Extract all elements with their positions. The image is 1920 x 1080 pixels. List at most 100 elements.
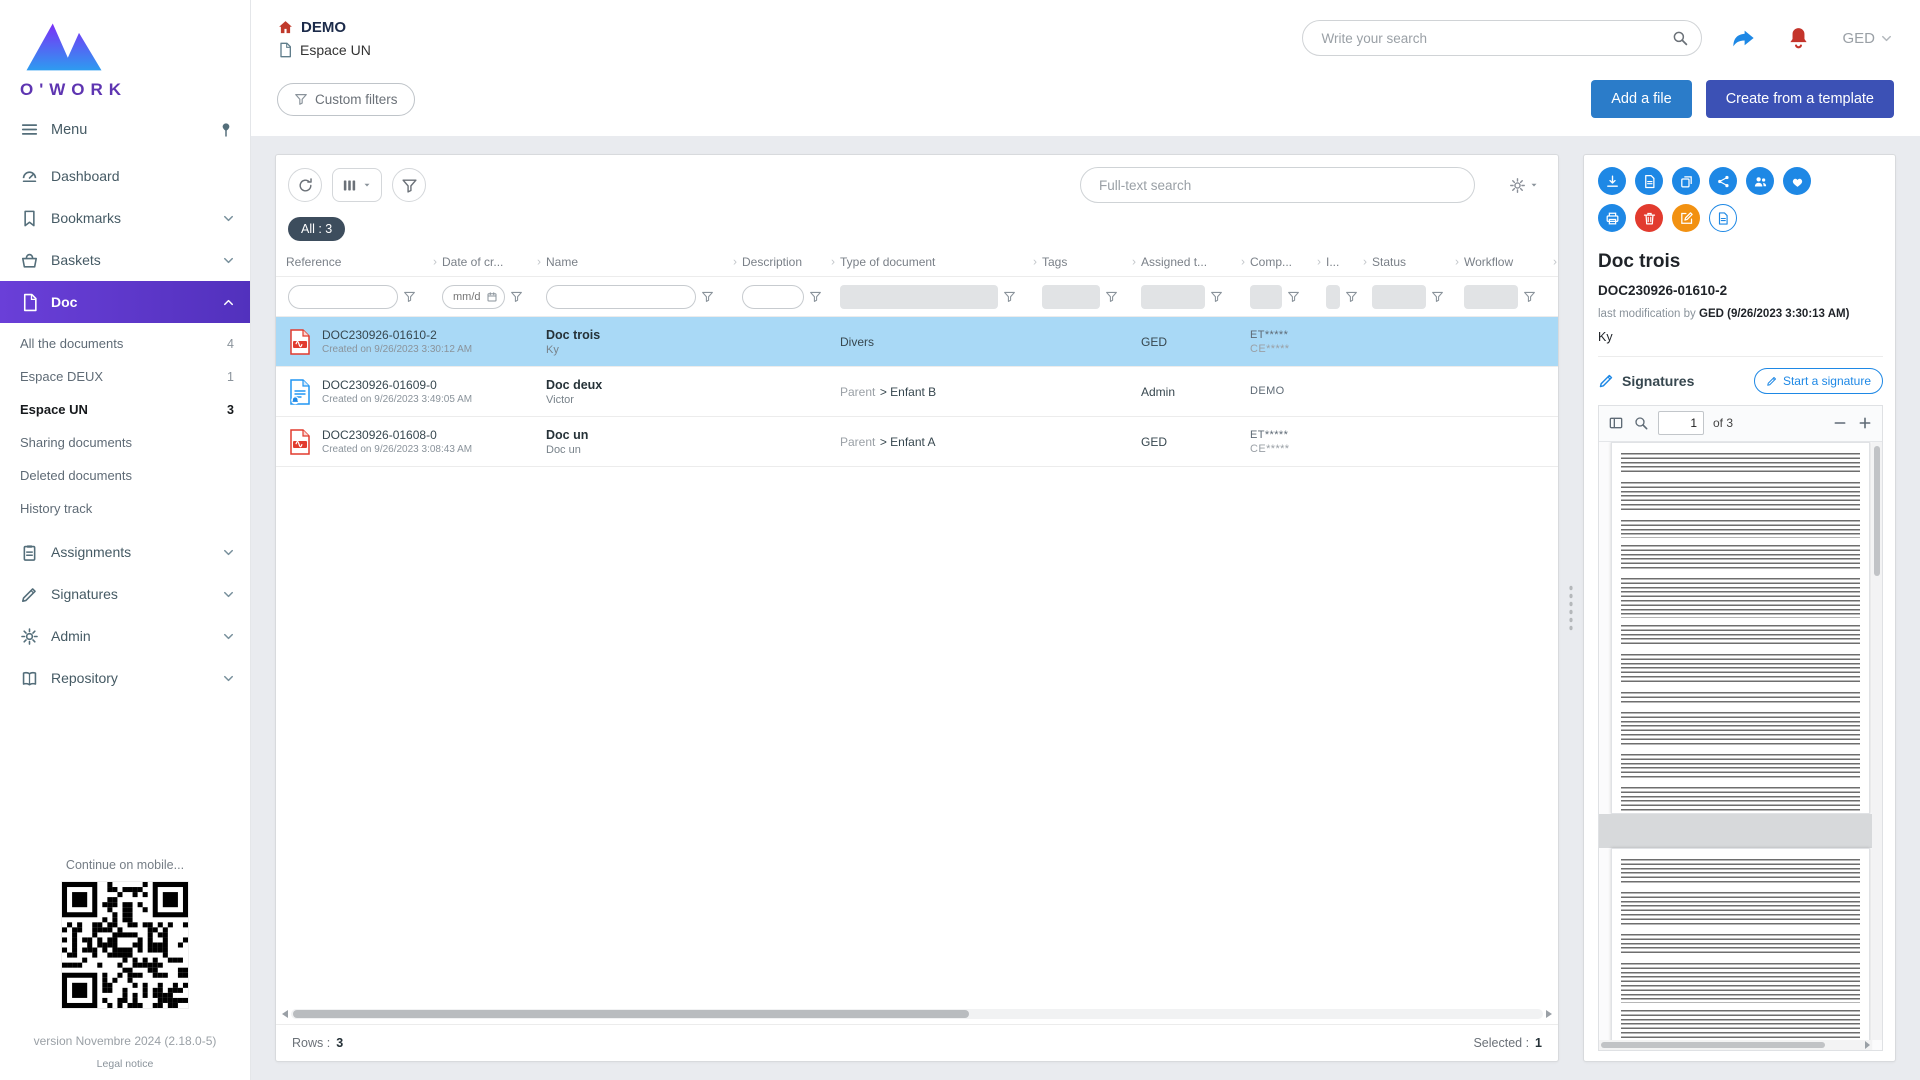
- filter-assigned-select[interactable]: [1141, 285, 1205, 309]
- add-file-button[interactable]: Add a file: [1591, 80, 1691, 118]
- filter-date-input[interactable]: [442, 285, 505, 309]
- scroll-right-arrow[interactable]: [1546, 1010, 1552, 1018]
- column-header-type[interactable]: Type of document: [840, 255, 1042, 269]
- print-button[interactable]: [1598, 204, 1626, 232]
- filter-funnel-icon[interactable]: [510, 290, 523, 303]
- table-row[interactable]: DOC230926-01609-0 Created on 9/26/2023 3…: [276, 367, 1558, 417]
- page-number-input[interactable]: [1658, 411, 1704, 435]
- zoom-in-icon[interactable]: [1857, 415, 1873, 431]
- filter-reference-input[interactable]: [288, 285, 398, 309]
- zoom-out-icon[interactable]: [1832, 415, 1848, 431]
- download-button[interactable]: [1598, 167, 1626, 195]
- global-search-input[interactable]: [1319, 30, 1671, 47]
- sidebar-subitem-deleted-documents[interactable]: Deleted documents: [0, 459, 250, 492]
- sidebar-subitem-history-track[interactable]: History track: [0, 492, 250, 525]
- filter-funnel-icon[interactable]: [403, 290, 416, 303]
- filter-type-select[interactable]: [840, 285, 998, 309]
- create-from-template-button[interactable]: Create from a template: [1706, 80, 1894, 118]
- column-header-name[interactable]: Name: [546, 255, 742, 269]
- filter-funnel-icon[interactable]: [809, 290, 822, 303]
- column-header-tags[interactable]: Tags: [1042, 255, 1141, 269]
- column-header-status[interactable]: Status: [1372, 255, 1464, 269]
- tab-all-documents[interactable]: All : 3: [288, 217, 345, 241]
- scroll-left-arrow[interactable]: [282, 1010, 288, 1018]
- columns-button[interactable]: [332, 168, 382, 202]
- sidebar-item-admin[interactable]: Admin: [0, 615, 250, 657]
- pdf-horizontal-scrollbar[interactable]: [1599, 1040, 1872, 1050]
- pdf-pages[interactable]: [1599, 442, 1882, 1050]
- panel-resize-handle[interactable]: [1559, 154, 1583, 1062]
- sidebar-item-dashboard[interactable]: Dashboard: [0, 155, 250, 197]
- menu-toggle[interactable]: Menu: [0, 106, 250, 151]
- column-header-description[interactable]: Description: [742, 255, 840, 269]
- scrollbar-track[interactable]: [291, 1009, 1543, 1019]
- filter-funnel-icon[interactable]: [1003, 290, 1016, 303]
- duplicate-button[interactable]: [1672, 167, 1700, 195]
- filter-funnel-icon[interactable]: [701, 290, 714, 303]
- legal-notice-link[interactable]: Legal notice: [0, 1058, 250, 1070]
- column-header-comp[interactable]: Comp...: [1250, 255, 1326, 269]
- filter-description-input[interactable]: [742, 285, 804, 309]
- delete-button[interactable]: [1635, 204, 1663, 232]
- share-icon[interactable]: [1730, 25, 1757, 52]
- current-space[interactable]: Espace UN: [277, 42, 371, 58]
- share-button[interactable]: [1709, 167, 1737, 195]
- table-horizontal-scrollbar[interactable]: [282, 1008, 1552, 1020]
- column-header-reference[interactable]: Reference: [286, 255, 442, 269]
- filter-funnel-icon[interactable]: [1345, 290, 1358, 303]
- export-button[interactable]: [1635, 167, 1663, 195]
- filter-status-select[interactable]: [1372, 285, 1426, 309]
- sidebar-subitem-sharing-documents[interactable]: Sharing documents: [0, 426, 250, 459]
- search-icon[interactable]: [1633, 415, 1649, 431]
- app-home[interactable]: DEMO: [277, 19, 371, 36]
- column-header-date[interactable]: Date of cr...: [442, 255, 546, 269]
- table-row[interactable]: DOC230926-01608-0 Created on 9/26/2023 3…: [276, 417, 1558, 467]
- table-settings-button[interactable]: [1509, 177, 1540, 194]
- sidebar-item-doc[interactable]: Doc: [0, 281, 250, 323]
- search-icon[interactable]: [1671, 29, 1689, 47]
- refresh-button[interactable]: [288, 168, 322, 202]
- filter-tags-select[interactable]: [1042, 285, 1100, 309]
- sidebar-toggle-icon[interactable]: [1608, 415, 1624, 431]
- filter-funnel-icon[interactable]: [1431, 290, 1444, 303]
- start-signature-button[interactable]: Start a signature: [1754, 368, 1883, 394]
- column-header-i[interactable]: I...: [1326, 255, 1372, 269]
- permissions-button[interactable]: [1746, 167, 1774, 195]
- filter-funnel-icon[interactable]: [1210, 290, 1223, 303]
- column-header-assigned[interactable]: Assigned t...: [1141, 255, 1250, 269]
- sidebar-subitem-all-documents[interactable]: All the documents 4: [0, 327, 250, 360]
- table-row[interactable]: DOC230926-01610-2 Created on 9/26/2023 3…: [276, 317, 1558, 367]
- properties-button[interactable]: [1709, 204, 1737, 232]
- pin-icon[interactable]: [218, 122, 234, 138]
- filter-funnel-icon[interactable]: [1287, 290, 1300, 303]
- sidebar-item-assignments[interactable]: Assignments: [0, 531, 250, 573]
- notifications-bell-icon[interactable]: [1785, 25, 1812, 52]
- pdf-vertical-scrollbar[interactable]: [1872, 442, 1882, 1040]
- scrollbar-thumb[interactable]: [1601, 1042, 1825, 1048]
- edit-button[interactable]: [1672, 204, 1700, 232]
- filter-workflow-select[interactable]: [1464, 285, 1518, 309]
- scroll-right-arrow[interactable]: [1865, 1041, 1870, 1049]
- sidebar-item-repository[interactable]: Repository: [0, 657, 250, 699]
- calendar-icon[interactable]: [486, 291, 498, 303]
- sidebar-item-signatures[interactable]: Signatures: [0, 573, 250, 615]
- custom-filters-button[interactable]: Custom filters: [277, 83, 415, 116]
- sidebar-subitem-espace-deux[interactable]: Espace DEUX 1: [0, 360, 250, 393]
- fulltext-search-input[interactable]: [1080, 167, 1475, 203]
- filter-i-select[interactable]: [1326, 285, 1340, 309]
- sidebar-item-bookmarks[interactable]: Bookmarks: [0, 197, 250, 239]
- date-input[interactable]: [451, 290, 483, 304]
- sidebar-subitem-espace-un[interactable]: Espace UN 3: [0, 393, 250, 426]
- scrollbar-thumb[interactable]: [1874, 446, 1880, 576]
- user-menu[interactable]: GED: [1842, 30, 1894, 47]
- filter-funnel-icon[interactable]: [1523, 290, 1536, 303]
- filters-button[interactable]: [392, 168, 426, 202]
- brand-logo[interactable]: O'WORK: [0, 0, 250, 106]
- filter-funnel-icon[interactable]: [1105, 290, 1118, 303]
- column-header-workflow[interactable]: Workflow: [1464, 255, 1558, 269]
- filter-name-input[interactable]: [546, 285, 696, 309]
- sidebar-item-baskets[interactable]: Baskets: [0, 239, 250, 281]
- filter-comp-select[interactable]: [1250, 285, 1282, 309]
- scrollbar-thumb[interactable]: [293, 1010, 969, 1018]
- favorite-button[interactable]: [1783, 167, 1811, 195]
